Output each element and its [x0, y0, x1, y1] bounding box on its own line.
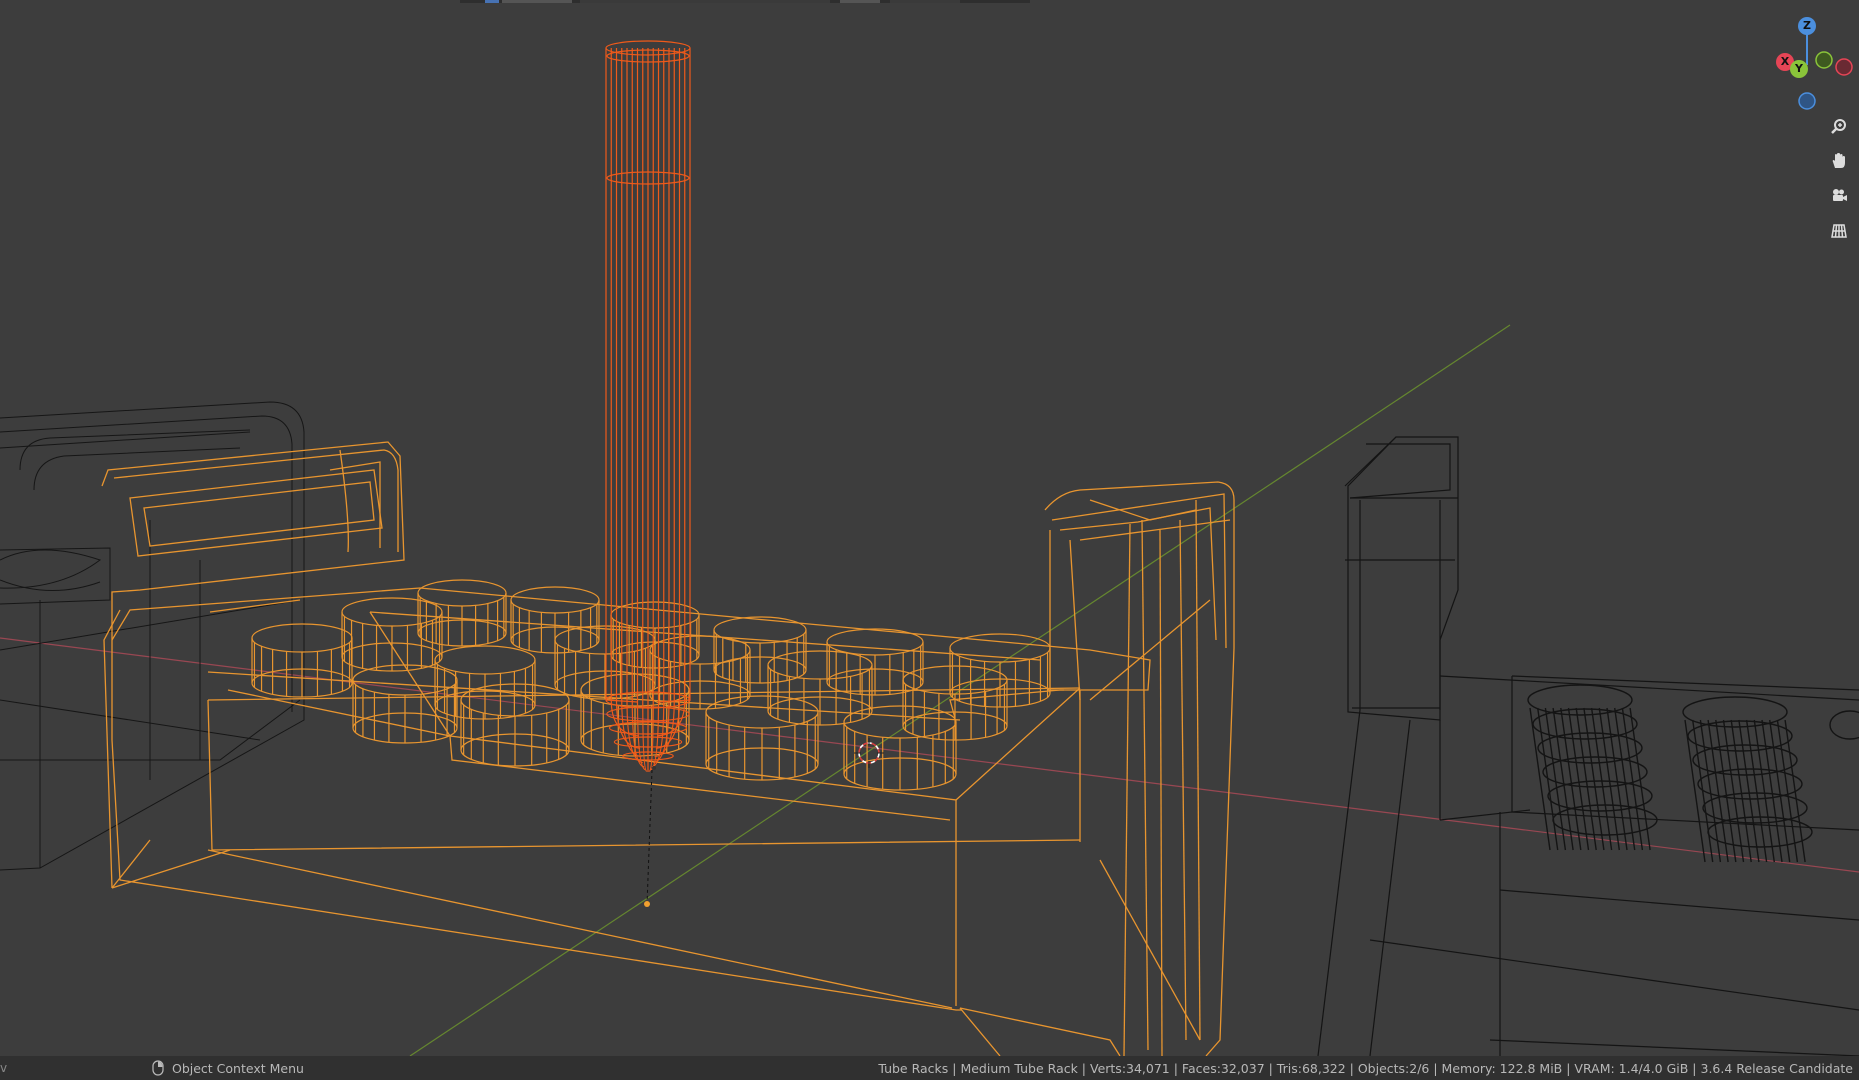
rack-hole-6[interactable]: [713, 616, 807, 684]
wireframe-scene[interactable]: [0, 0, 1859, 1056]
test-tube-edge: [610, 48, 639, 737]
rack-hole-10[interactable]: [434, 645, 536, 720]
status-bar-edge-marker: v: [0, 1061, 8, 1075]
mouse-right-button-icon: [152, 1060, 164, 1076]
left-rack-object[interactable]: [0, 401, 305, 871]
rack-hole-16[interactable]: [580, 673, 690, 757]
x-axis-line: [0, 637, 1859, 873]
right-rack-tubes[interactable]: [1527, 684, 1859, 863]
test-tube-edge: [654, 48, 675, 758]
test-tube-edge: [642, 48, 648, 772]
tube-origin-dot: [652, 766, 656, 770]
rack-hole-17[interactable]: [705, 695, 819, 781]
ortho-grid-icon[interactable]: [1826, 218, 1852, 244]
rack-hole-1[interactable]: [251, 623, 353, 698]
blender-window: Z X Y v Object Context Menu Tube Racks |…: [0, 0, 1859, 1080]
rack-hole-9[interactable]: [352, 664, 458, 744]
right-rack-tube-ring-2: [1682, 696, 1788, 728]
context-menu-hint: Object Context Menu: [172, 1060, 304, 1076]
rack-hole-11[interactable]: [554, 625, 656, 700]
gizmo-z-axis[interactable]: Z: [1798, 17, 1816, 35]
medium-tube-rack-object[interactable]: [101, 441, 1235, 1056]
scene-statistics: Tube Racks | Medium Tube Rack | Verts:34…: [878, 1060, 1853, 1076]
origin-relationship-line: [646, 769, 653, 906]
navigation-gizmo[interactable]: Z X Y: [1760, 10, 1859, 116]
status-bar: v Object Context Menu Tube Racks | Mediu…: [0, 1056, 1859, 1080]
pan-hand-icon[interactable]: [1826, 148, 1852, 174]
zoom-icon[interactable]: [1826, 114, 1852, 140]
camera-icon[interactable]: [1826, 183, 1852, 209]
right-rack-tube-ring-1: [1527, 684, 1633, 716]
test-tube-edge: [653, 48, 670, 764]
right-rack-tube-ring-3: [1829, 710, 1859, 740]
gizmo-y-axis[interactable]: Y: [1790, 60, 1808, 78]
rack-hole-3[interactable]: [417, 579, 507, 647]
rack-hole-7[interactable]: [826, 628, 924, 696]
3d-viewport[interactable]: Z X Y: [0, 0, 1859, 1056]
object-origin-dot: [644, 901, 650, 907]
